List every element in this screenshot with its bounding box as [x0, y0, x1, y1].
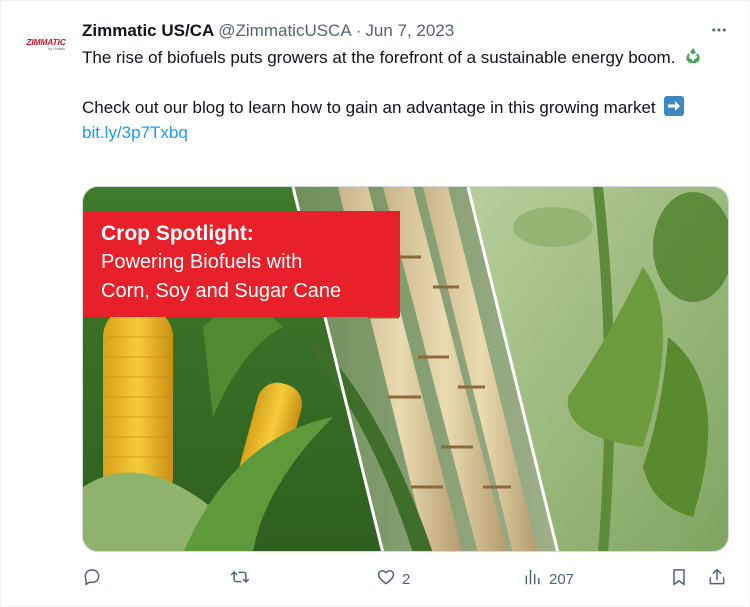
- heart-icon: [376, 567, 396, 591]
- avatar-logo-sub: by Lindsay: [48, 46, 65, 51]
- share-icon: [707, 567, 727, 591]
- header-separator: ·: [355, 21, 362, 40]
- retweet-button[interactable]: [230, 567, 250, 591]
- author-handle[interactable]: @ZimmaticUSCA: [218, 21, 351, 41]
- banner-title: Crop Spotlight:: [101, 222, 254, 245]
- like-button[interactable]: 2: [376, 567, 410, 591]
- tweet-text: The rise of biofuels puts growers at the…: [82, 45, 722, 145]
- share-button[interactable]: [707, 567, 727, 591]
- retweet-icon: [230, 567, 250, 591]
- like-count: 2: [402, 570, 411, 588]
- right-arrow-icon: [664, 96, 685, 116]
- views-button[interactable]: 207: [523, 567, 574, 591]
- tweet-date[interactable]: Jun 7, 2023: [365, 21, 454, 41]
- bookmark-button[interactable]: [669, 567, 689, 591]
- reply-button[interactable]: [82, 567, 102, 591]
- action-bar: 2 207: [82, 567, 732, 591]
- tweet-link[interactable]: bit.ly/3p7Txbq: [82, 123, 188, 142]
- views-icon: [523, 567, 543, 591]
- crop-spotlight-banner: Crop Spotlight: Powering Biofuels with C…: [83, 211, 400, 317]
- tweet-image[interactable]: Crop Spotlight: Powering Biofuels with C…: [82, 186, 729, 552]
- views-count: 207: [549, 570, 575, 588]
- avatar[interactable]: ZIMMATIC by Lindsay: [25, 33, 67, 55]
- tweet-header: Zimmatic US/CA @ZimmaticUSCA · Jun 7, 20…: [82, 20, 454, 42]
- reply-icon: [82, 567, 102, 591]
- author-name[interactable]: Zimmatic US/CA: [82, 21, 214, 41]
- more-options-icon[interactable]: [708, 19, 730, 41]
- banner-line-1: Powering Biofuels with: [101, 251, 303, 273]
- tweet-card[interactable]: ZIMMATIC by Lindsay Zimmatic US/CA @Zimm…: [0, 0, 750, 607]
- banner-line-2: Corn, Soy and Sugar Cane: [101, 280, 342, 302]
- recycle-icon: [683, 46, 703, 66]
- bookmark-icon: [669, 567, 689, 591]
- avatar-logo: ZIMMATIC: [26, 36, 66, 47]
- tweet-line-2: Check out our blog to learn how to gain …: [82, 98, 656, 117]
- tweet-line-1: The rise of biofuels puts growers at the…: [82, 48, 676, 67]
